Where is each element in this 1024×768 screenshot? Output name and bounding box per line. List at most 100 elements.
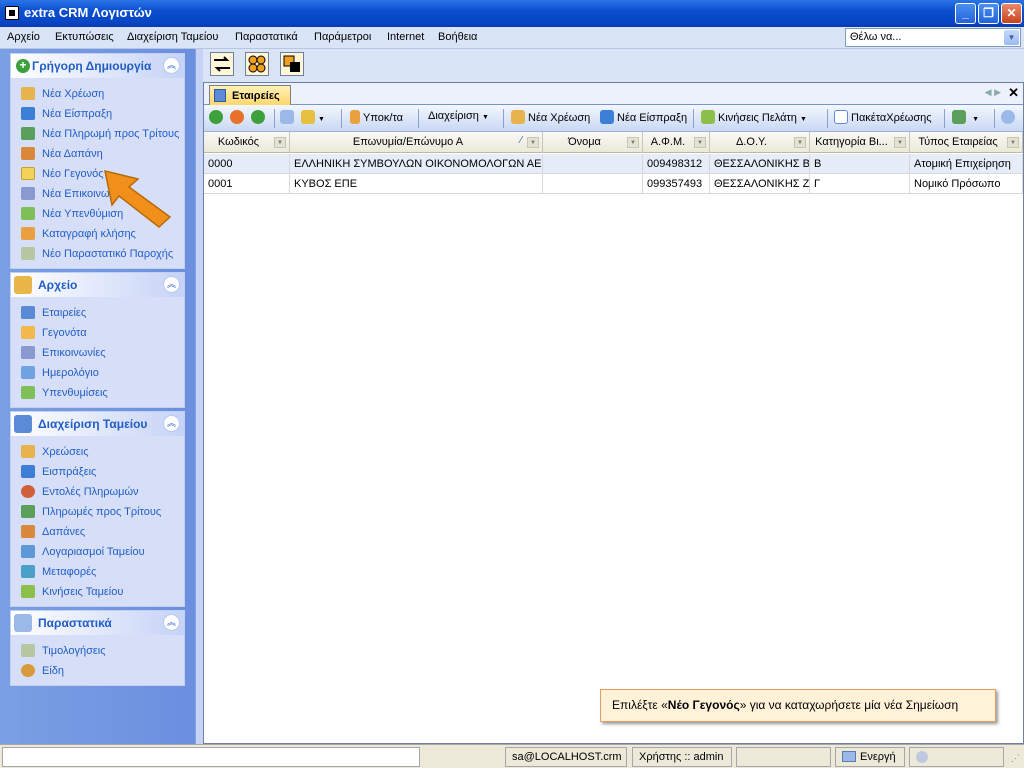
- filter-dropdown-icon[interactable]: ▼: [274, 137, 286, 148]
- sidebar-item-receipts[interactable]: Εισπράξεις: [11, 462, 184, 482]
- swap-icon[interactable]: [210, 52, 234, 76]
- companies-document: Εταιρείες ◀ ▶ ✕ ▼ Υποκ/τα Διαχείριση ▼ Ν…: [203, 82, 1024, 744]
- sidebar-group-header[interactable]: Διαχείριση Ταμείου ︽: [11, 412, 184, 436]
- expense-icon: [21, 147, 35, 160]
- charge-icon: [511, 110, 525, 124]
- tag-icon: [350, 110, 360, 124]
- payment-icon: [21, 505, 35, 518]
- column-header-company-type[interactable]: Τύπος Εταιρείας ▼: [910, 132, 1023, 153]
- items-icon: [21, 664, 35, 677]
- menu-help[interactable]: Βοήθεια: [438, 31, 477, 43]
- sidebar-item-companies[interactable]: Εταιρείες: [11, 303, 184, 323]
- menu-cash-management[interactable]: Διαχείριση Ταμείου: [127, 31, 218, 43]
- close-button[interactable]: ✕: [1001, 3, 1022, 24]
- export-dropdown[interactable]: ▼: [952, 110, 979, 124]
- sidebar-group-title: Γρήγορη Δημιουργία: [32, 59, 152, 73]
- sidebar-item-new-receipt[interactable]: Νέα Είσπραξη: [11, 104, 184, 124]
- reminder-icon: [21, 386, 35, 399]
- table-row[interactable]: 0001 ΚΥΒΟΣ ΕΠΕ 099357493 ΘΕΣΣΑΛΟΝΙΚΗΣ Ζ'…: [204, 174, 1023, 194]
- menu-parameters[interactable]: Παράμετροι: [314, 31, 371, 43]
- sidebar-item-new-expense[interactable]: Νέα Δαπάνη: [11, 144, 184, 164]
- close-tab-icon[interactable]: ✕: [1008, 85, 1019, 101]
- collapse-icon[interactable]: ︽: [163, 57, 180, 74]
- sidebar-item-payment-orders[interactable]: Εντολές Πληρωμών: [11, 482, 184, 502]
- modules-icon[interactable]: [245, 52, 269, 76]
- menu-internet[interactable]: Internet: [387, 31, 424, 43]
- sidebar-item-cash-accounts[interactable]: Λογαριασμοί Ταμείου: [11, 542, 184, 562]
- sidebar-item-reminders[interactable]: Υπενθυμίσεις: [11, 383, 184, 403]
- filter-dropdown-icon[interactable]: ▼: [894, 137, 906, 148]
- search-icon[interactable]: [280, 110, 297, 124]
- sidebar-item-expenses[interactable]: Δαπάνες: [11, 522, 184, 542]
- filter-icon[interactable]: ▼: [301, 110, 325, 124]
- sidebar-group-header[interactable]: Αρχείο ︽: [11, 273, 184, 297]
- refresh-icon[interactable]: [230, 110, 247, 124]
- settings-icon[interactable]: [1001, 110, 1018, 124]
- companies-icon: [214, 89, 226, 102]
- collapse-icon[interactable]: ︽: [163, 415, 180, 432]
- sidebar-item-new-charge[interactable]: Νέα Χρέωση: [11, 84, 184, 104]
- sidebar-item-invoicing[interactable]: Τιμολογήσεις: [11, 641, 184, 661]
- column-header-code[interactable]: Κωδικός ▼: [204, 132, 290, 153]
- resize-grip-icon[interactable]: ⋰: [1011, 753, 1020, 764]
- sidebar-group-title: Παραστατικά: [38, 616, 112, 630]
- manage-dropdown[interactable]: Διαχείριση ▼: [428, 110, 489, 122]
- sidebar: + Γρήγορη Δημιουργία ︽ Νέα Χρέωση Νέα Εί…: [0, 49, 195, 744]
- sidebar-item-events[interactable]: Γεγονότα: [11, 323, 184, 343]
- charge-packages-button[interactable]: ΠακέταΧρέωσης: [834, 110, 932, 124]
- new-receipt-button[interactable]: Νέα Είσπραξη: [600, 110, 687, 124]
- column-header-tax-office[interactable]: Δ.Ο.Υ. ▼: [710, 132, 810, 153]
- filter-dropdown-icon[interactable]: ▼: [627, 137, 639, 148]
- windows-icon[interactable]: [280, 52, 304, 76]
- sidebar-item-cash-movements[interactable]: Κινήσεις Ταμείου: [11, 582, 184, 602]
- client-moves-dropdown[interactable]: Κινήσεις Πελάτη ▼: [701, 110, 807, 124]
- restore-button[interactable]: ❐: [978, 3, 999, 24]
- add-icon[interactable]: [209, 110, 226, 124]
- sidebar-group-header[interactable]: + Γρήγορη Δημιουργία ︽: [11, 54, 184, 78]
- cell-vat: 099357493: [643, 174, 710, 194]
- column-header-category[interactable]: Κατηγορία Βι... ▼: [810, 132, 910, 153]
- menu-prints[interactable]: Εκτυπώσεις: [55, 31, 114, 43]
- table-row[interactable]: 0000 ΕΛΛΗΝΙΚΗ ΣΥΜΒΟΥΛΩΝ ΟΙΚΟΝΟΜΟΛΟΓΩΝ ΑΕ…: [204, 154, 1023, 174]
- sidebar-item-calendar[interactable]: Ημερολόγιο: [11, 363, 184, 383]
- tab-scroll-arrows[interactable]: ◀ ▶: [985, 87, 1001, 98]
- sidebar-item-new-third-party-payment[interactable]: Νέα Πληρωμή προς Τρίτους: [11, 124, 184, 144]
- filter-dropdown-icon[interactable]: ▼: [527, 137, 539, 148]
- collapse-icon[interactable]: ︽: [163, 614, 180, 631]
- receipt-icon: [21, 107, 35, 120]
- sidebar-item-items[interactable]: Είδη: [11, 661, 184, 681]
- column-header-vat[interactable]: Α.Φ.Μ. ▼: [643, 132, 710, 153]
- menu-file[interactable]: Αρχείο: [7, 31, 40, 43]
- event-icon: [21, 326, 35, 339]
- menu-documents[interactable]: Παραστατικά: [235, 31, 298, 43]
- sidebar-item-communications[interactable]: Επικοινωνίες: [11, 343, 184, 363]
- collapse-icon[interactable]: ︽: [163, 276, 180, 293]
- charge-icon: [21, 87, 35, 100]
- movements-icon: [701, 110, 715, 124]
- column-header-name[interactable]: Επωνυμία/Επώνυμο Α ⁄ ▼: [290, 132, 543, 153]
- sidebar-group-header[interactable]: Παραστατικά ︽: [11, 611, 184, 635]
- sidebar-item-new-service-document[interactable]: Νέο Παραστατικό Παροχής: [11, 244, 184, 264]
- expense-icon: [21, 525, 35, 538]
- tab-companies[interactable]: Εταιρείες: [209, 85, 291, 106]
- chevron-down-icon[interactable]: ▼: [1004, 30, 1019, 45]
- sidebar-item-charges[interactable]: Χρεώσεις: [11, 442, 184, 462]
- cell-tax-office: ΘΕΣΣΑΛΟΝΙΚΗΣ Β': [710, 154, 810, 174]
- sidebar-item-transfers[interactable]: Μεταφορές: [11, 562, 184, 582]
- sidebar-group-documents: Παραστατικά ︽ Τιμολογήσεις Είδη: [10, 610, 185, 686]
- minimize-button[interactable]: _: [955, 3, 976, 24]
- subcategories-button[interactable]: Υποκ/τα: [350, 110, 403, 124]
- sidebar-item-third-party-payments[interactable]: Πληρωμές προς Τρίτους: [11, 502, 184, 522]
- cell-company-type: Νομικό Πρόσωπο: [910, 174, 1023, 194]
- cell-category: Γ: [810, 174, 910, 194]
- column-header-first-name[interactable]: Όνομα ▼: [543, 132, 643, 153]
- sidebar-group-quick-create: + Γρήγορη Δημιουργία ︽ Νέα Χρέωση Νέα Εί…: [10, 53, 185, 269]
- new-charge-button[interactable]: Νέα Χρέωση: [511, 110, 590, 124]
- filter-dropdown-icon[interactable]: ▼: [794, 137, 806, 148]
- sidebar-splitter[interactable]: [195, 49, 203, 744]
- filter-dropdown-icon[interactable]: ▼: [1007, 137, 1019, 148]
- want-to-select[interactable]: Θέλω να... ▼: [845, 28, 1021, 47]
- delete-icon[interactable]: [251, 110, 268, 124]
- receipt-icon: [21, 465, 35, 478]
- filter-dropdown-icon[interactable]: ▼: [694, 137, 706, 148]
